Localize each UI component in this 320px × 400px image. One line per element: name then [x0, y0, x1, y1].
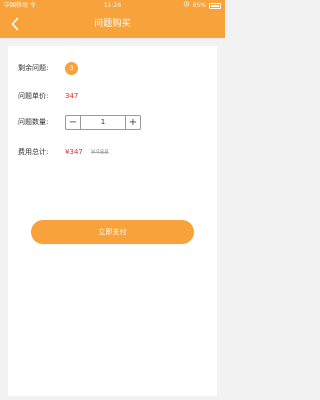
remaining-label: 剩余问题: — [18, 64, 49, 72]
purchase-card: 剩余问题: 3 问题单价: 347 问题数量: − 1 + 费用总计: ¥347… — [8, 46, 217, 396]
top-bar: 中国移动 令 11:26 85% 问题购买 — [0, 0, 225, 38]
quantity-label: 问题数量: — [18, 118, 49, 126]
total-row: 费用总计: ¥347 ¥488 — [18, 142, 207, 162]
minus-icon: − — [68, 116, 78, 128]
app-screen: 中国移动 令 11:26 85% 问题购买 剩余问题: 3 问题单价: 347 … — [0, 0, 225, 400]
remaining-badge: 3 — [65, 61, 78, 75]
status-right: 85% — [183, 0, 221, 11]
decrement-button[interactable]: − — [66, 116, 80, 129]
unit-price-row: 问题单价: 347 — [18, 86, 207, 106]
increment-button[interactable]: + — [126, 116, 140, 129]
total-original: ¥488 — [90, 148, 109, 156]
battery-percent: 85% — [192, 2, 206, 9]
remaining-row: 剩余问题: 3 — [18, 58, 207, 78]
bottom-spacer — [0, 396, 225, 400]
total-current: ¥347 — [65, 148, 83, 156]
header: 问题购买 — [0, 11, 225, 38]
unit-price-value: 347 — [65, 92, 79, 100]
pay-now-button[interactable]: 立即支付 — [31, 220, 194, 244]
quantity-stepper[interactable]: − 1 + — [65, 114, 141, 130]
alarm-icon — [183, 0, 190, 11]
page-title: 问题购买 — [94, 19, 131, 29]
battery-icon — [209, 2, 221, 9]
plus-icon: + — [128, 116, 138, 128]
quantity-value[interactable]: 1 — [80, 115, 126, 129]
total-label: 费用总计: — [18, 148, 49, 156]
unit-price-label: 问题单价: — [18, 92, 49, 100]
quantity-row: 问题数量: − 1 + — [18, 112, 207, 132]
status-bar: 中国移动 令 11:26 85% — [0, 0, 225, 11]
